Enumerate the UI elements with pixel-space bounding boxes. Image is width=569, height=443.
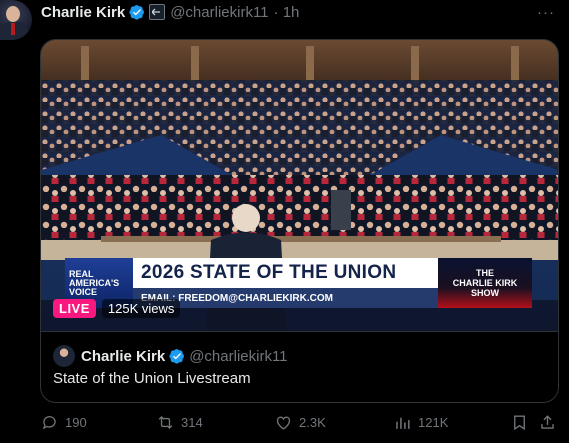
broadcast-title: 2026 STATE OF THE UNION (133, 258, 438, 288)
reply-count: 190 (65, 415, 87, 430)
live-indicator: LIVE 125K views (53, 299, 181, 318)
video-player[interactable]: REAL AMERICA'S VOICE 2026 STATE OF THE U… (41, 40, 558, 331)
quoted-post-header: Charlie Kirk @charliekirk11 (53, 345, 288, 367)
post-card[interactable]: REAL AMERICA'S VOICE 2026 STATE OF THE U… (40, 39, 559, 403)
network-logo-line3: VOICE (69, 286, 98, 297)
quoted-author-avatar (53, 345, 75, 367)
show-logo-line3: SHOW (471, 288, 499, 298)
view-count: 121K (418, 415, 449, 430)
verified-badge-icon (129, 5, 145, 20)
show-logo-line1: THE (476, 268, 494, 278)
analytics-icon (396, 417, 410, 429)
live-badge: LIVE (53, 299, 96, 318)
action-bar: 190 314 2.3K 121K (40, 413, 557, 435)
live-view-count: 125K views (101, 299, 181, 318)
quoted-post[interactable]: Charlie Kirk @charliekirk11 State of the… (41, 331, 558, 402)
author-avatar[interactable] (0, 0, 32, 40)
share-button[interactable] (538, 413, 563, 432)
like-button[interactable]: 2.3K (274, 413, 326, 432)
bookmark-icon (514, 415, 525, 431)
avatar-tie (11, 23, 15, 35)
quoted-verified-badge-icon (169, 349, 185, 364)
repost-button[interactable]: 314 (156, 413, 203, 432)
bookmark-button[interactable] (510, 413, 535, 432)
post-time[interactable]: · 1h (274, 4, 300, 21)
author-handle[interactable]: @charliekirk11 (170, 4, 268, 21)
views-button[interactable]: 121K (393, 413, 448, 432)
post-header: Charlie Kirk @charliekirk11 · 1h (41, 3, 299, 21)
like-count: 2.3K (299, 415, 326, 430)
heart-icon (276, 416, 291, 430)
avatar-head (6, 6, 20, 22)
author-name[interactable]: Charlie Kirk (41, 4, 125, 21)
show-logo: THE CHARLIE KIRK SHOW (438, 258, 532, 308)
quoted-post-text: State of the Union Livestream (53, 370, 251, 387)
repost-count: 314 (181, 415, 203, 430)
affiliation-arrow-icon (152, 8, 161, 16)
more-options-icon[interactable]: ··· (537, 4, 555, 21)
quoted-author-name: Charlie Kirk (81, 347, 166, 365)
show-logo-line2: CHARLIE KIRK (452, 278, 518, 288)
affiliation-badge-icon[interactable] (149, 4, 166, 20)
reply-button[interactable]: 190 (40, 413, 87, 432)
reply-icon (42, 416, 56, 430)
quoted-author-handle: @charliekirk11 (189, 347, 288, 365)
share-icon (541, 415, 554, 429)
repost-icon (158, 416, 173, 429)
